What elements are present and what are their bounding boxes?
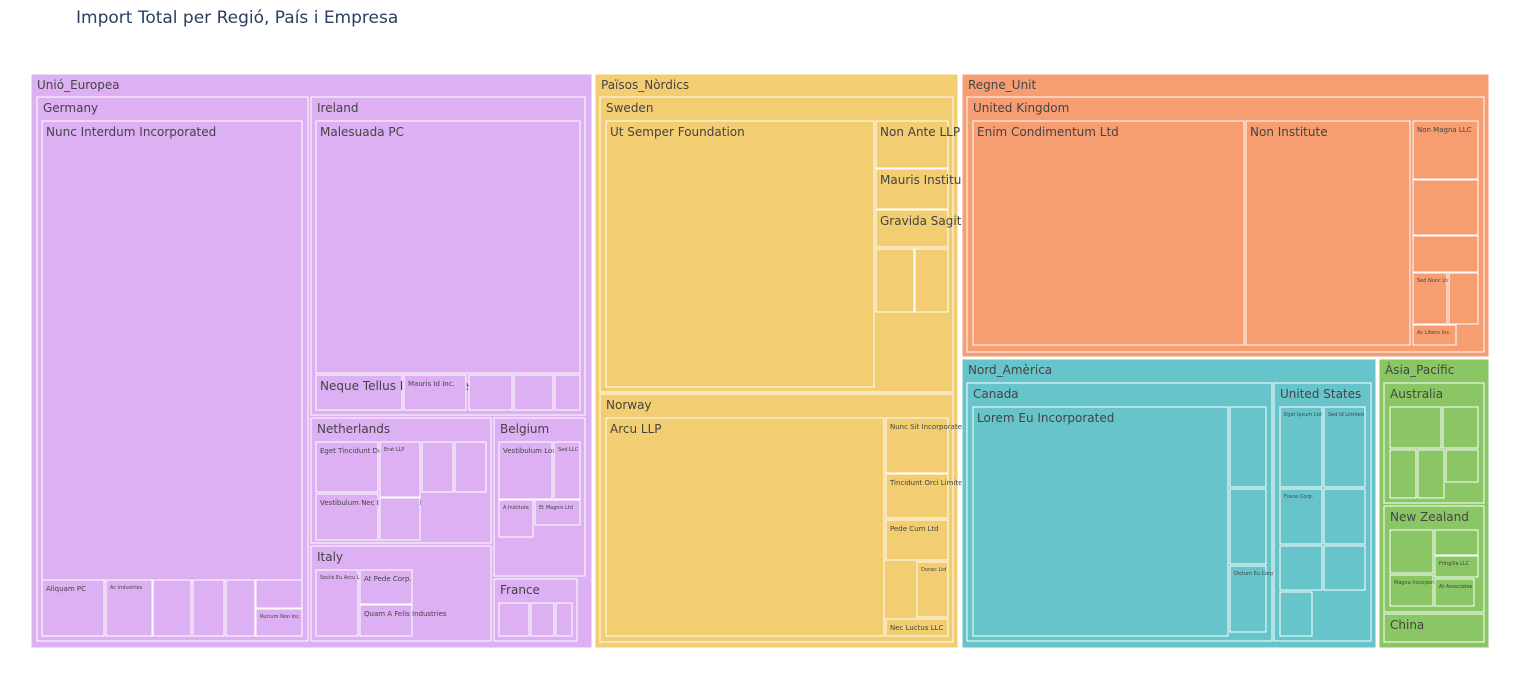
company-nunc-interdum-incorporated[interactable] <box>41 120 303 582</box>
company-unnamed[interactable] <box>1434 529 1479 556</box>
company-unnamed[interactable] <box>255 579 303 609</box>
country-label-australia: Australia <box>1390 387 1443 401</box>
country-label-china: China <box>1390 618 1424 632</box>
company-label-ac-industries: Ac Industries <box>110 585 143 591</box>
company-unnamed[interactable] <box>1412 179 1479 236</box>
company-unnamed[interactable] <box>225 579 256 637</box>
company-unnamed[interactable] <box>1445 449 1479 483</box>
company-unnamed[interactable] <box>1417 449 1445 499</box>
country-label-belgium: Belgium <box>500 422 549 436</box>
region-label-unio-europea: Unió_Europea <box>37 78 120 92</box>
company-label-enim-condimentum-ltd: Enim Condimentum Ltd <box>977 125 1119 139</box>
company-unnamed[interactable] <box>555 602 573 637</box>
company-label-dictum-eu-corp: Dictum Eu Corp. <box>1234 571 1275 577</box>
company-label-at-pede-corp: At Pede Corp. <box>364 575 412 583</box>
company-unnamed[interactable] <box>1412 235 1479 273</box>
company-label-ac-libero-inc: Ac Libero Inc. <box>1417 330 1451 336</box>
company-label-malesuada-pc: Malesuada PC <box>320 125 404 139</box>
company-unnamed[interactable] <box>498 602 530 637</box>
company-label-rutrum-non-inc: Rutrum Non Inc. <box>260 614 301 620</box>
company-label-donec-ltd: Donec Ltd <box>921 567 946 573</box>
company-label-lorem-eu-incorporated: Lorem Eu Incorporated <box>977 411 1114 425</box>
country-label-new-zealand: New Zealand <box>1390 510 1469 524</box>
company-unnamed[interactable] <box>379 497 421 541</box>
country-label-france: France <box>500 583 540 597</box>
country-label-ireland: Ireland <box>317 101 359 115</box>
company-unnamed[interactable] <box>530 602 555 637</box>
country-label-italy: Italy <box>317 550 343 564</box>
company-unnamed[interactable] <box>192 579 225 637</box>
company-unnamed[interactable] <box>1442 406 1479 449</box>
company-unnamed[interactable] <box>1229 406 1267 488</box>
company-unnamed[interactable] <box>1279 545 1323 591</box>
company-label-aliquam-pc: Aliquam PC <box>46 585 86 593</box>
region-label-asia-pacific: Àsia_Pacífic <box>1385 362 1454 377</box>
company-unnamed[interactable] <box>1389 449 1417 499</box>
company-label-tincidunt-orci-limited: Tincidunt Orci Limited <box>889 479 967 487</box>
region-label-regne-unit: Regne_Unit <box>968 78 1037 92</box>
company-unnamed[interactable] <box>152 579 192 637</box>
company-ut-semper-foundation[interactable] <box>605 120 875 388</box>
region-label-nord-america: Nord_Amèrica <box>968 363 1052 377</box>
company-label-ut-semper-foundation: Ut Semper Foundation <box>610 125 745 139</box>
country-label-netherlands: Netherlands <box>317 422 390 436</box>
company-label-sed-llc: Sed LLC <box>558 447 579 453</box>
company-unnamed[interactable] <box>513 374 554 411</box>
company-label-fusce-corp: Fusce Corp. <box>1284 494 1314 500</box>
country-label-united-states: United States <box>1280 387 1361 401</box>
company-enim-condimentum-ltd[interactable] <box>972 120 1245 346</box>
company-label-erat-llp: Erat LLP <box>384 447 404 453</box>
company-label-pede-cum-ltd: Pede Cum Ltd <box>890 525 939 533</box>
company-label-nec-luctus-llc: Nec Luctus LLC <box>890 624 944 632</box>
company-label-sed-nunc-ltd: Sed Nunc Ltd <box>1417 278 1450 284</box>
company-label-mauris-institute: Mauris Institute <box>880 173 973 187</box>
company-sed-id-limited[interactable] <box>1323 406 1366 488</box>
company-label-sed-id-limited: Sed Id Limited <box>1328 412 1364 418</box>
country-label-sweden: Sweden <box>606 101 653 115</box>
region-label-paisos-nordics: Països_Nòrdics <box>601 78 689 92</box>
company-unnamed[interactable] <box>1279 591 1313 637</box>
company-unnamed[interactable] <box>875 248 915 313</box>
company-unnamed[interactable] <box>468 374 513 411</box>
company-et-magnis-ltd[interactable] <box>534 499 581 526</box>
company-unnamed[interactable] <box>1323 488 1366 545</box>
company-unnamed[interactable] <box>454 441 487 493</box>
company-unnamed[interactable] <box>1229 488 1267 565</box>
company-label-eget-ipsum-ltd: Eget Ipsum Ltd <box>1284 412 1322 418</box>
company-unnamed[interactable] <box>1389 529 1434 574</box>
company-label-non-ante-llp: Non Ante LLP <box>880 125 960 139</box>
company-unnamed[interactable] <box>421 441 454 493</box>
company-label-fringilla-llc: Fringilla LLC <box>1439 561 1470 567</box>
company-arcu-llp[interactable] <box>605 417 885 637</box>
company-label-arcu-llp: Arcu LLP <box>610 422 662 436</box>
company-unnamed[interactable] <box>1389 406 1442 449</box>
company-label-sociis-eu-arcu-ltd: Sociis Eu Arcu Ltd <box>320 575 365 581</box>
company-label-nunc-interdum-incorporated: Nunc Interdum Incorporated <box>46 125 216 139</box>
company-label-non-magna-llc: Non Magna LLC <box>1417 126 1472 134</box>
company-eget-ipsum-ltd[interactable] <box>1279 406 1323 488</box>
company-non-institute[interactable] <box>1245 120 1411 346</box>
company-unnamed[interactable] <box>1448 272 1479 325</box>
company-malesuada-pc[interactable] <box>315 120 581 374</box>
company-unnamed[interactable] <box>554 374 581 411</box>
company-label-quam-a-felis-industries: Quam A Felis Industries <box>364 610 447 618</box>
company-unnamed[interactable] <box>914 248 949 313</box>
company-unnamed[interactable] <box>1323 545 1366 591</box>
country-label-germany: Germany <box>43 101 98 115</box>
country-label-united-kingdom: United Kingdom <box>973 101 1069 115</box>
country-label-norway: Norway <box>606 398 652 412</box>
company-label-et-magnis-ltd: Et Magnis Ltd <box>539 505 573 511</box>
company-lorem-eu-incorporated[interactable] <box>972 406 1229 637</box>
company-label-nunc-sit-incorporated: Nunc Sit Incorporated <box>890 423 966 431</box>
company-label-mauris-id-inc: Mauris Id Inc. <box>408 380 455 388</box>
company-label-non-institute: Non Institute <box>1250 125 1328 139</box>
company-label-a-institute: A Institute <box>503 505 529 511</box>
treemap-chart: Unió_Europea Germany Nunc Interdum Incorpo… <box>30 73 1490 649</box>
country-label-canada: Canada <box>973 387 1019 401</box>
company-label-at-associates: At Associates <box>1439 584 1473 590</box>
